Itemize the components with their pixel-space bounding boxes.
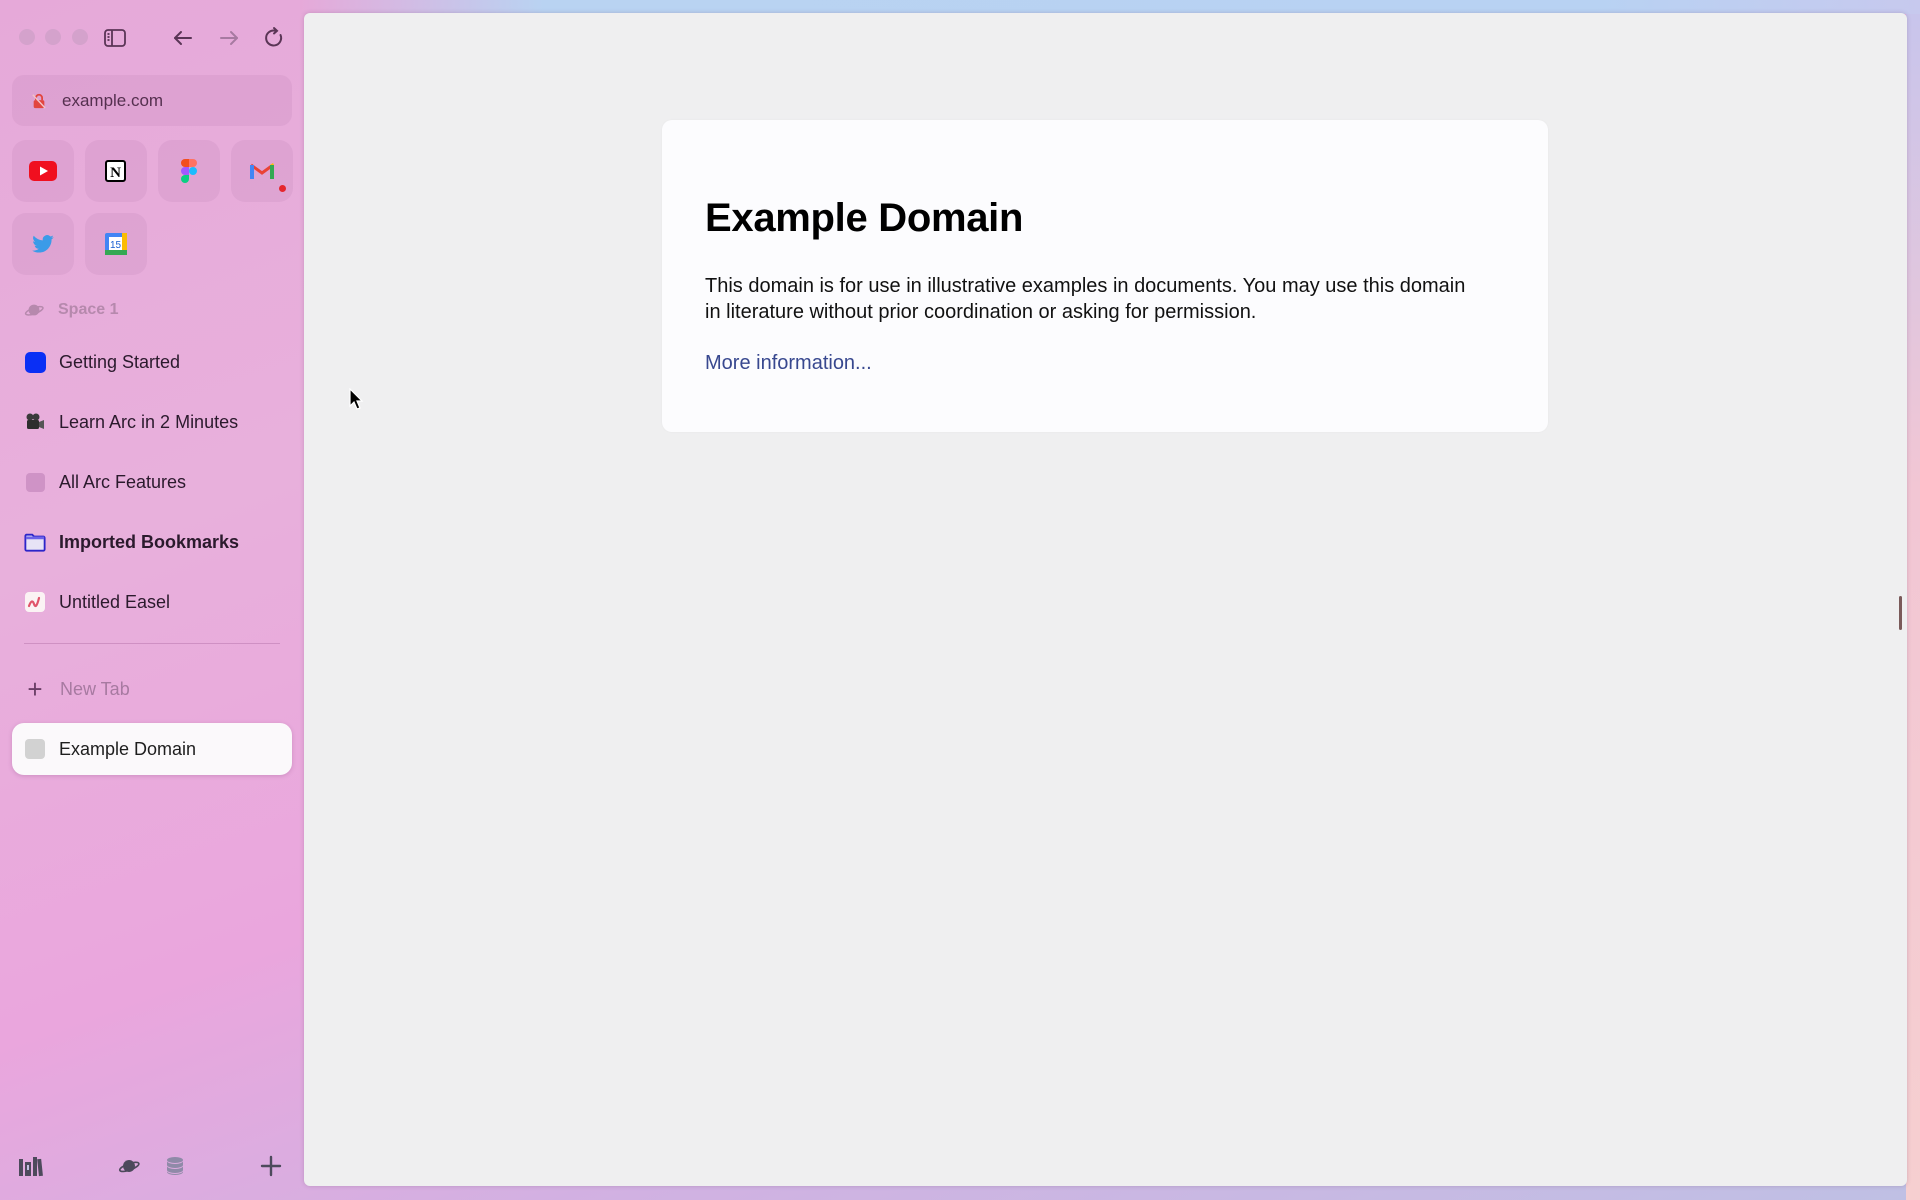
video-camera-icon: [24, 411, 46, 433]
favicon-placeholder-icon: [25, 739, 45, 759]
youtube-icon: [29, 161, 57, 181]
sidebar-toggle-button[interactable]: [101, 24, 129, 52]
svg-text:15: 15: [110, 240, 122, 251]
forward-button[interactable]: [215, 24, 243, 52]
pinned-tab-label: Imported Bookmarks: [59, 531, 240, 552]
pinned-tab-label: Learn Arc in 2 Minutes: [59, 411, 239, 432]
close-window-button[interactable]: [19, 29, 35, 45]
calendar-icon: 15: [105, 233, 127, 255]
new-tab-label: New Tab: [60, 678, 130, 699]
archive-button[interactable]: [161, 1152, 189, 1180]
library-icon: [19, 1157, 43, 1177]
web-content[interactable]: Example Domain This domain is for use in…: [304, 13, 1907, 1186]
favorite-youtube[interactable]: [12, 140, 74, 202]
arrow-left-icon: [174, 31, 192, 45]
favorite-gmail[interactable]: [231, 140, 293, 202]
pinned-tab-getting-started[interactable]: Getting Started: [12, 339, 292, 385]
back-button[interactable]: [169, 24, 197, 52]
archive-icon: [167, 1157, 183, 1175]
page-paragraph: This domain is for use in illustrative e…: [705, 275, 1466, 323]
zoom-window-button[interactable]: [72, 29, 88, 45]
blue-square-icon: [24, 351, 46, 373]
sidebar-icon: [104, 29, 126, 47]
space-name: Space 1: [58, 301, 119, 318]
tab-label: Example Domain: [59, 738, 197, 759]
minimize-window-button[interactable]: [45, 29, 61, 45]
new-tab-button[interactable]: + New Tab: [24, 674, 130, 704]
favorite-notion[interactable]: N: [85, 140, 147, 202]
favorite-twitter[interactable]: [12, 213, 74, 275]
window-resize-handle[interactable]: [1899, 596, 1902, 630]
gmail-icon: [250, 163, 274, 179]
library-button[interactable]: [17, 1152, 45, 1180]
plus-icon: +: [27, 674, 43, 704]
notification-badge: [279, 185, 286, 192]
pinned-tab-label: Untitled Easel: [59, 591, 171, 612]
sidebar: example.com N 15 Space 1 Getting Started…: [0, 0, 304, 1200]
space-switcher-button[interactable]: [115, 1152, 143, 1180]
reload-icon: [265, 27, 283, 47]
address-bar[interactable]: example.com: [12, 75, 292, 126]
sidebar-divider: [24, 643, 280, 644]
planet-icon: [24, 304, 44, 316]
pinned-tab-all-arc-features[interactable]: All Arc Features: [12, 459, 292, 505]
window-top-edge: [300, 0, 1920, 14]
pinned-folder-imported-bookmarks[interactable]: Imported Bookmarks: [12, 519, 292, 565]
planet-icon: [118, 1160, 140, 1173]
svg-text:N: N: [110, 165, 121, 181]
pinned-tab-label: Getting Started: [59, 351, 181, 372]
content-card: Example Domain This domain is for use in…: [662, 120, 1548, 432]
pinned-tab-untitled-easel[interactable]: Untitled Easel: [12, 579, 292, 625]
arrow-right-icon: [220, 31, 238, 45]
insecure-lock-icon: [30, 92, 48, 110]
notion-icon: N: [105, 160, 126, 182]
page-heading: Example Domain: [705, 196, 1024, 240]
pinned-tab-label: All Arc Features: [59, 471, 187, 492]
folder-icon: [24, 531, 46, 553]
muted-square-icon: [24, 471, 46, 493]
tab-example-domain[interactable]: Example Domain: [12, 723, 292, 775]
plus-icon: [260, 1155, 282, 1177]
mouse-cursor-icon: [349, 388, 364, 410]
address-bar-url: example.com: [62, 90, 164, 110]
window-right-edge: [1906, 14, 1920, 1200]
more-information-link[interactable]: More information...: [705, 352, 872, 375]
new-space-button[interactable]: [257, 1152, 285, 1180]
easel-icon: [24, 591, 46, 613]
favorite-figma[interactable]: [158, 140, 220, 202]
reload-button[interactable]: [260, 24, 288, 52]
favorite-google-calendar[interactable]: 15: [85, 213, 147, 275]
pinned-tab-learn-arc[interactable]: Learn Arc in 2 Minutes: [12, 399, 292, 445]
figma-icon: [181, 159, 197, 183]
space-label[interactable]: Space 1: [24, 300, 118, 320]
twitter-icon: [32, 235, 54, 253]
